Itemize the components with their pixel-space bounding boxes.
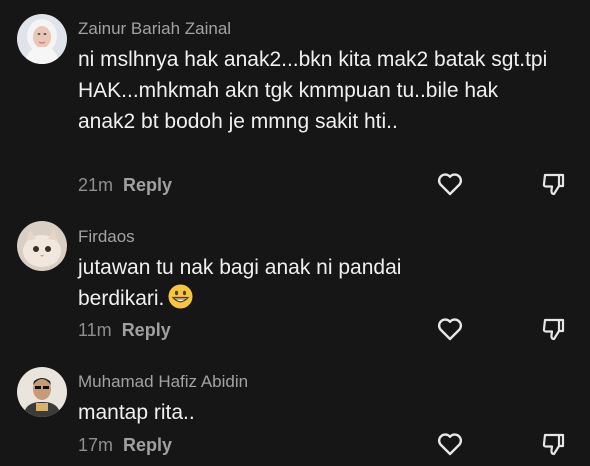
comment-meta: 21m Reply xyxy=(78,175,172,196)
comment-timestamp: 21m xyxy=(78,175,114,195)
thumbs-down-icon[interactable] xyxy=(537,168,569,200)
comment-timestamp: 11m xyxy=(78,320,112,340)
comment-text-content: jutawan tu nak bagi anak ni pandai berdi… xyxy=(78,256,402,310)
reply-button[interactable]: Reply xyxy=(123,435,172,455)
heart-outline-icon[interactable] xyxy=(434,428,466,460)
comment-text: jutawan tu nak bagi anak ni pandai berdi… xyxy=(78,252,458,314)
comment-text: ni mslhnya hak anak2...bkn kita mak2 bat… xyxy=(78,48,548,133)
comment-meta: 11m Reply xyxy=(78,320,171,341)
comment-author[interactable]: Muhamad Hafiz Abidin xyxy=(78,372,248,392)
reply-button[interactable]: Reply xyxy=(122,320,171,340)
grinning-face-emoji xyxy=(168,284,193,309)
thumbs-down-icon[interactable] xyxy=(537,428,569,460)
comment-author[interactable]: Firdaos xyxy=(78,227,135,247)
comment-timestamp: 17m xyxy=(78,435,114,455)
avatar[interactable] xyxy=(17,367,67,417)
comment-author[interactable]: Zainur Bariah Zainal xyxy=(78,19,231,39)
reply-button[interactable]: Reply xyxy=(123,175,172,195)
comment-meta: 17m Reply xyxy=(78,435,172,456)
comment-text: mantap rita.. xyxy=(78,401,195,424)
heart-outline-icon[interactable] xyxy=(434,168,466,200)
thumbs-down-icon[interactable] xyxy=(537,313,569,345)
avatar[interactable] xyxy=(17,14,67,64)
heart-outline-icon[interactable] xyxy=(434,313,466,345)
avatar[interactable] xyxy=(17,221,67,271)
